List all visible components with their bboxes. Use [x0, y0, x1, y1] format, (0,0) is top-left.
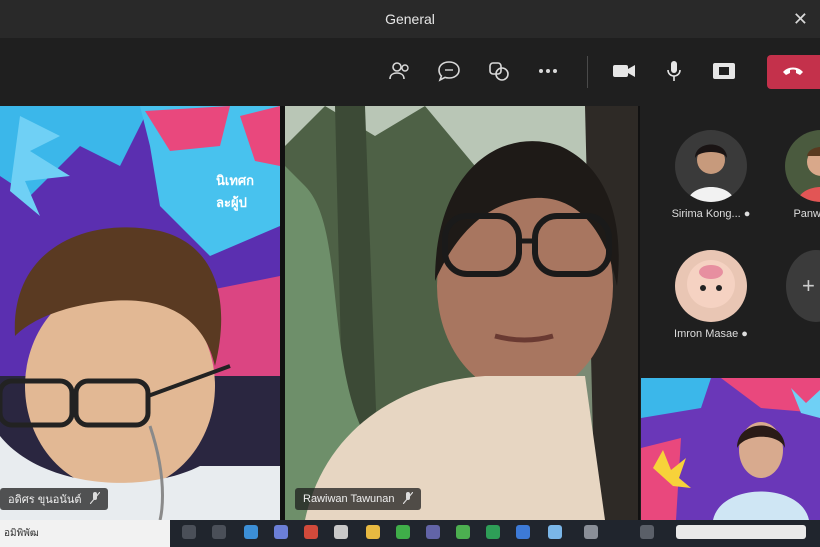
- participant-nametag: Rawiwan Tawunan: [295, 488, 421, 510]
- window-title: General: [385, 11, 435, 27]
- participant-name: Rawiwan Tawunan: [303, 493, 395, 505]
- leave-call-icon: [781, 63, 805, 81]
- windows-taskbar: อมิพิพัฒ: [0, 520, 820, 547]
- taskbar-search-input[interactable]: อมิพิพัฒ: [0, 520, 170, 547]
- roster-person[interactable]: Imron Masae ●: [656, 250, 766, 340]
- participant-nametag: อดิศร ขุนอนันต์: [0, 488, 108, 510]
- tray-icon[interactable]: [640, 525, 654, 539]
- leave-button[interactable]: [767, 55, 820, 89]
- reactions-icon[interactable]: [486, 58, 512, 84]
- mic-muted-icon: ●: [741, 328, 748, 340]
- app-icon[interactable]: [548, 525, 562, 539]
- word-icon[interactable]: [516, 525, 530, 539]
- share-icon[interactable]: [711, 58, 737, 84]
- mail-icon[interactable]: [274, 525, 288, 539]
- avatar: [785, 130, 820, 202]
- self-view-tile[interactable]: [641, 378, 820, 520]
- avatar: [675, 250, 747, 322]
- roster-person-name: Imron Masae: [674, 328, 739, 340]
- participant-name: อดิศร ขุนอนันต์: [8, 494, 82, 506]
- participant-video: [0, 106, 280, 520]
- mic-muted-icon: ●: [743, 208, 751, 220]
- chat-icon[interactable]: [436, 58, 462, 84]
- toolbar-separator: [587, 56, 588, 88]
- self-view-video: [641, 378, 820, 520]
- search-icon[interactable]: [182, 525, 196, 539]
- settings-icon[interactable]: [334, 525, 348, 539]
- participant-video-tile[interactable]: นิเทศก ละผู้ป อดิศร ขุนอนันต์: [0, 106, 280, 520]
- camera-icon[interactable]: [611, 58, 637, 84]
- roster-person[interactable]: Panwong...: [766, 130, 820, 220]
- roster-person[interactable]: Sirima Kong... ●: [656, 130, 766, 220]
- line-icon[interactable]: [396, 525, 410, 539]
- mic-muted-icon: [89, 491, 100, 507]
- close-icon[interactable]: ✕: [793, 9, 808, 30]
- edge-icon[interactable]: [244, 525, 258, 539]
- tray-area[interactable]: [676, 525, 806, 539]
- meeting-toolbar: [0, 38, 820, 104]
- more-icon[interactable]: [535, 58, 561, 84]
- roster-person-name: Sirima Kong...: [671, 208, 741, 220]
- video-stage: นิเทศก ละผู้ป อดิศร ขุนอนันต์ Rawiwan Ta…: [0, 106, 640, 520]
- mic-icon[interactable]: [661, 58, 687, 84]
- weather-icon: [584, 525, 598, 539]
- window-title-bar: General ✕: [0, 0, 820, 38]
- task-view-icon[interactable]: [212, 525, 226, 539]
- chrome-icon[interactable]: [456, 525, 470, 539]
- roster-person-name: Panwong...: [793, 208, 820, 220]
- people-icon[interactable]: [387, 58, 413, 84]
- mic-muted-icon: [402, 491, 413, 507]
- folder-icon[interactable]: [366, 525, 380, 539]
- teams-icon[interactable]: [426, 525, 440, 539]
- participant-video-tile[interactable]: Rawiwan Tawunan: [285, 106, 638, 520]
- excel-icon[interactable]: [486, 525, 500, 539]
- app-icon[interactable]: [304, 525, 318, 539]
- banner-text-1: นิเทศก: [216, 173, 255, 188]
- banner-text-2: ละผู้ป: [216, 195, 247, 210]
- participant-video: [285, 106, 638, 520]
- avatar: [675, 130, 747, 202]
- participant-roster: Sirima Kong... ● Panwong... Imron Masae …: [640, 106, 820, 378]
